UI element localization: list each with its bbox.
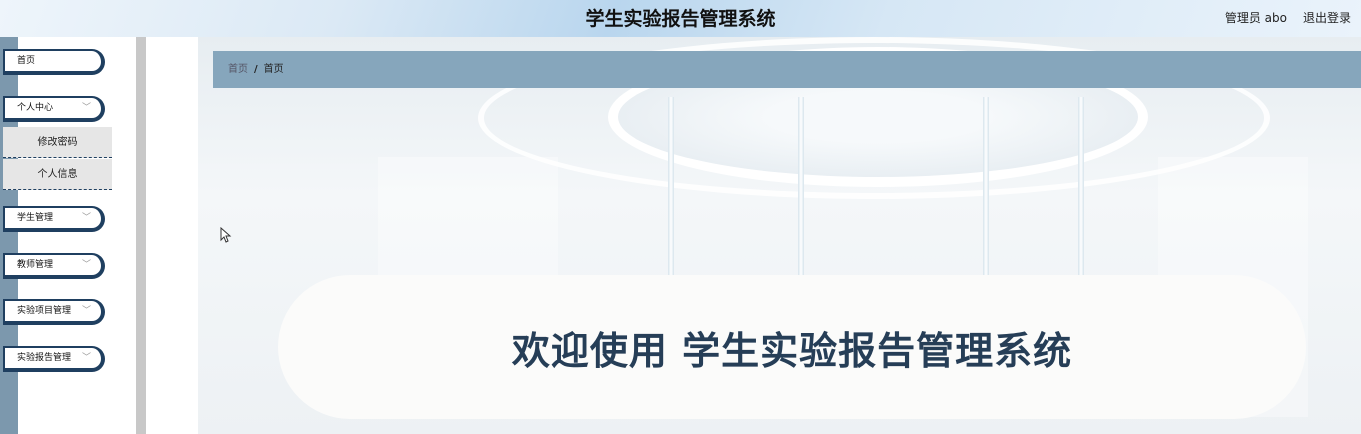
sidebar-item-label: 学生管理 <box>17 213 54 223</box>
chevron-down-icon: ﹀ <box>81 260 91 270</box>
sidebar-item-label: 实验报告管理 <box>17 353 72 363</box>
chevron-down-icon: ﹀ <box>81 306 91 316</box>
submenu-item-label: 修改密码 <box>37 137 78 148</box>
chevron-down-icon: ﹀ <box>81 213 91 223</box>
app-title: 学生实验报告管理系统 <box>585 8 776 30</box>
top-header: 学生实验报告管理系统 管理员 abo 退出登录 <box>0 0 1361 37</box>
main-content: 首页 / 首页 欢迎使用 学生实验报告管理系统 <box>198 37 1361 434</box>
breadcrumb-home-link[interactable]: 首页 <box>228 64 248 75</box>
sidebar-item-student-management[interactable]: 学生管理 ﹀ <box>3 206 105 232</box>
breadcrumb-separator: / <box>254 64 258 75</box>
sidebar-item-label: 教师管理 <box>17 260 54 270</box>
sidebar-divider <box>136 37 146 434</box>
chevron-down-icon: ﹀ <box>81 103 91 113</box>
breadcrumb-current: 首页 <box>263 64 284 75</box>
gap-panel <box>146 37 198 434</box>
sidebar-item-personal-center[interactable]: 个人中心 ﹀ <box>3 96 105 122</box>
welcome-banner: 欢迎使用 学生实验报告管理系统 <box>278 275 1306 419</box>
sidebar-item-label: 实验项目管理 <box>17 306 72 316</box>
sidebar-item-teacher-management[interactable]: 教师管理 ﹀ <box>3 253 105 279</box>
sidebar-item-label: 个人中心 <box>17 103 54 113</box>
logout-link[interactable]: 退出登录 <box>1303 9 1351 26</box>
sidebar-item-label: 首页 <box>17 56 36 66</box>
sidebar-item-home[interactable]: 首页 <box>3 49 105 75</box>
sidebar-item-experiment-report-management[interactable]: 实验报告管理 ﹀ <box>3 346 105 372</box>
current-user: 管理员 abo <box>1224 11 1287 25</box>
sidebar-item-experiment-project-management[interactable]: 实验项目管理 ﹀ <box>3 299 105 325</box>
submenu-item-label: 个人信息 <box>37 169 78 180</box>
chevron-down-icon: ﹀ <box>81 353 91 363</box>
submenu-item-change-password[interactable]: 修改密码 <box>3 127 112 158</box>
submenu-item-personal-info[interactable]: 个人信息 <box>3 159 112 190</box>
welcome-text: 欢迎使用 学生实验报告管理系统 <box>511 328 1073 373</box>
breadcrumb: 首页 / 首页 <box>213 51 1361 88</box>
